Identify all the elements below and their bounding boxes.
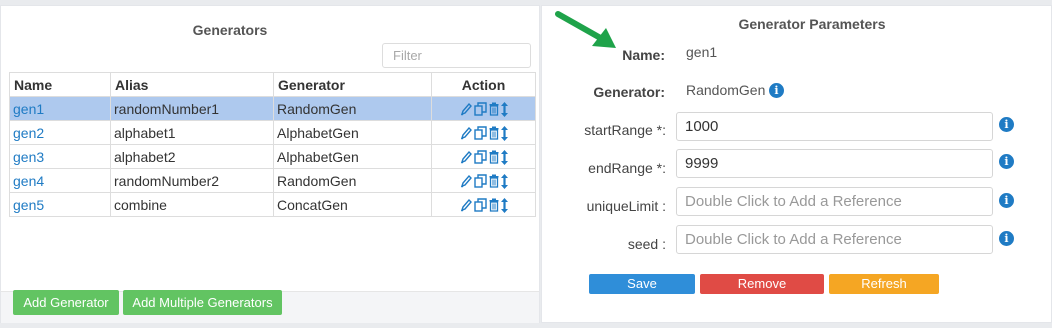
start-range-info-icon[interactable]: i — [999, 117, 1014, 132]
remove-generator-button[interactable]: Remove Generator — [700, 274, 824, 311]
move-icon[interactable] — [500, 197, 508, 213]
add-multiple-generators-button[interactable]: Add Multiple Generators — [123, 290, 282, 315]
copy-icon[interactable] — [473, 126, 487, 141]
cell-name[interactable]: gen3 — [9, 144, 111, 169]
annotation-arrow-icon — [555, 11, 616, 48]
cell-actions — [431, 192, 536, 217]
cell-generator[interactable]: ConcatGen — [273, 192, 432, 217]
cell-actions — [431, 144, 536, 169]
refresh-preview-button[interactable]: Refresh Preview — [829, 274, 939, 311]
unique-limit-info-icon[interactable]: i — [999, 193, 1014, 208]
delete-icon[interactable] — [489, 174, 499, 189]
move-icon[interactable] — [500, 149, 508, 165]
column-header-action: Action — [431, 72, 536, 97]
cell-alias[interactable]: randomNumber2 — [110, 168, 274, 193]
start-range-input[interactable] — [676, 112, 993, 141]
seed-label: seed : — [627, 236, 666, 252]
delete-icon[interactable] — [489, 150, 499, 165]
edit-icon[interactable] — [460, 174, 472, 188]
edit-icon[interactable] — [460, 150, 472, 164]
generator-info-icon[interactable]: i — [769, 83, 784, 98]
column-header-generator[interactable]: Generator — [273, 72, 432, 97]
end-range-info-icon[interactable]: i — [999, 154, 1014, 169]
cell-alias[interactable]: alphabet2 — [110, 144, 274, 169]
generators-title: Generators — [192, 22, 268, 38]
cell-generator[interactable]: RandomGen — [273, 168, 432, 193]
save-generator-button[interactable]: Save Generator — [589, 274, 695, 311]
delete-icon[interactable] — [489, 198, 499, 213]
cell-name[interactable]: gen2 — [9, 120, 111, 145]
cell-actions — [431, 168, 536, 193]
copy-icon[interactable] — [473, 198, 487, 213]
cell-alias[interactable]: alphabet1 — [110, 120, 274, 145]
unique-limit-label: uniqueLimit : — [586, 198, 666, 214]
delete-icon[interactable] — [489, 126, 499, 141]
generators-table: Name Alias Generator Action gen1 randomNu… — [9, 72, 536, 217]
column-header-name[interactable]: Name — [9, 72, 111, 97]
cell-name[interactable]: gen4 — [9, 168, 111, 193]
name-label: Name: — [622, 47, 665, 63]
generators-panel: Generators Name Alias Generator Action g… — [0, 5, 540, 323]
cell-actions — [431, 120, 536, 145]
seed-input[interactable] — [676, 225, 993, 254]
move-icon[interactable] — [500, 101, 508, 117]
seed-info-icon[interactable]: i — [999, 231, 1014, 246]
table-row[interactable]: gen3 alphabet2 AlphabetGen — [9, 144, 536, 169]
app-root: Generators Name Alias Generator Action g… — [0, 0, 1052, 328]
edit-icon[interactable] — [460, 126, 472, 140]
copy-icon[interactable] — [473, 174, 487, 189]
name-value: gen1 — [686, 44, 718, 60]
cell-generator[interactable]: AlphabetGen — [273, 144, 432, 169]
cell-generator[interactable]: RandomGen — [273, 96, 432, 121]
start-range-label: startRange *: — [584, 122, 666, 138]
cell-name[interactable]: gen1 — [9, 96, 111, 121]
table-row[interactable]: gen5 combine ConcatGen — [9, 192, 536, 217]
cell-alias[interactable]: randomNumber1 — [110, 96, 274, 121]
cell-name[interactable]: gen5 — [9, 192, 111, 217]
table-row[interactable]: gen1 randomNumber1 RandomGen — [9, 96, 536, 121]
delete-icon[interactable] — [489, 102, 499, 117]
generator-label: Generator: — [593, 84, 665, 100]
end-range-input[interactable] — [676, 149, 993, 178]
add-generator-button[interactable]: Add Generator — [13, 290, 119, 315]
column-header-alias[interactable]: Alias — [110, 72, 274, 97]
copy-icon[interactable] — [473, 150, 487, 165]
move-icon[interactable] — [500, 125, 508, 141]
edit-icon[interactable] — [460, 198, 472, 212]
table-header-row: Name Alias Generator Action — [9, 72, 536, 97]
generator-value: RandomGen — [686, 82, 766, 98]
filter-input[interactable] — [382, 43, 531, 68]
cell-generator[interactable]: AlphabetGen — [273, 120, 432, 145]
cell-actions — [431, 96, 536, 121]
end-range-label: endRange *: — [588, 160, 666, 176]
cell-alias[interactable]: combine — [110, 192, 274, 217]
move-icon[interactable] — [500, 173, 508, 189]
table-row[interactable]: gen2 alphabet1 AlphabetGen — [9, 120, 536, 145]
edit-icon[interactable] — [460, 102, 472, 116]
table-row[interactable]: gen4 randomNumber2 RandomGen — [9, 168, 536, 193]
copy-icon[interactable] — [473, 102, 487, 117]
unique-limit-input[interactable] — [676, 187, 993, 216]
